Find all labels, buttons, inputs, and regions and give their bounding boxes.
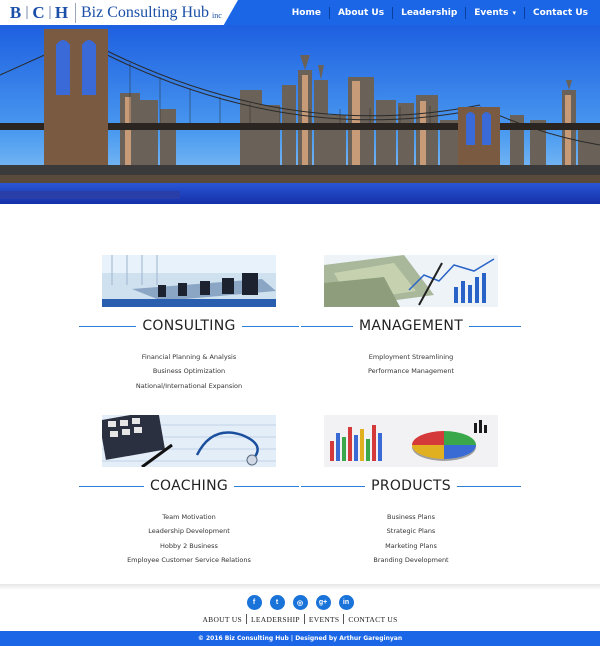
logo[interactable]: B C H Biz Consulting Hub inc bbox=[0, 0, 238, 25]
heading-rule bbox=[241, 325, 299, 327]
list-item: Employee Customer Service Relations bbox=[127, 555, 251, 564]
logo-divider bbox=[49, 6, 51, 19]
nav-home[interactable]: Home bbox=[284, 6, 329, 19]
nav-leadership[interactable]: Leadership bbox=[393, 6, 465, 19]
logo-letter-c: C bbox=[32, 2, 45, 22]
list-item: Financial Planning & Analysis bbox=[141, 353, 237, 361]
footer-link-about-us[interactable]: ABOUT US bbox=[198, 615, 246, 624]
nav-leadership-label: Leadership bbox=[401, 7, 458, 18]
nav-events-label: Events bbox=[474, 7, 509, 18]
service-title: COACHING bbox=[149, 478, 229, 494]
footer-divider bbox=[0, 584, 600, 590]
service-list: Financial Planning & Analysis Business O… bbox=[79, 350, 299, 393]
nav-about-label: About Us bbox=[337, 7, 385, 18]
list-item: Business Plans bbox=[387, 513, 435, 521]
nav-contact-us[interactable]: Contact Us bbox=[525, 6, 596, 19]
calculator-stethoscope-image bbox=[102, 415, 276, 467]
heading-rule bbox=[469, 325, 522, 327]
money-charts-image bbox=[324, 255, 498, 307]
logo-suffix: inc bbox=[212, 11, 222, 20]
heading-row: MANAGEMENT bbox=[301, 317, 522, 335]
heading-rule bbox=[234, 485, 300, 487]
service-list: Team Motivation Leadership Development H… bbox=[79, 510, 299, 567]
logo-monogram: B C H bbox=[6, 3, 71, 23]
heading-rule bbox=[79, 325, 137, 327]
social-links: f t ◎ g+ in bbox=[0, 595, 600, 610]
heading-row: COACHING bbox=[79, 477, 300, 495]
top-nav: B C H Biz Consulting Hub inc Home About … bbox=[0, 0, 600, 25]
service-products: PRODUCTS Business Plans Strategic Plans … bbox=[301, 415, 521, 567]
service-title: MANAGEMENT bbox=[358, 318, 464, 334]
nav-contact-label: Contact Us bbox=[532, 7, 588, 18]
service-consulting: CONSULTING Financial Planning & Analysis… bbox=[79, 255, 299, 393]
facebook-icon[interactable]: f bbox=[246, 595, 262, 610]
instagram-icon[interactable]: ◎ bbox=[292, 595, 308, 610]
service-list: Employment Streamlining Performance Mana… bbox=[301, 350, 521, 379]
list-item: Branding Development bbox=[373, 555, 449, 564]
list-item: Employment Streamlining bbox=[368, 353, 454, 361]
conference-room-image bbox=[102, 255, 276, 307]
heading-rule bbox=[301, 325, 353, 327]
google-plus-icon[interactable]: g+ bbox=[315, 595, 331, 610]
logo-separator bbox=[75, 2, 76, 23]
nav-home-label: Home bbox=[291, 7, 321, 18]
service-management: MANAGEMENT Employment Streamlining Perfo… bbox=[301, 255, 522, 379]
service-title: PRODUCTS bbox=[371, 478, 451, 494]
pie-bar-charts-image bbox=[324, 415, 498, 467]
heading-row: PRODUCTS bbox=[301, 477, 521, 495]
copyright-bar: © 2016 Biz Consulting Hub | Designed by … bbox=[0, 631, 600, 646]
footer-nav: ABOUT US LEADERSHIP EVENTS CONTACT US bbox=[0, 614, 600, 624]
chevron-down-icon: ▾ bbox=[512, 8, 516, 17]
list-item: Team Motivation bbox=[162, 513, 216, 521]
service-list: Business Plans Strategic Plans Marketing… bbox=[301, 510, 521, 567]
list-item: Hobby 2 Business bbox=[160, 541, 218, 550]
list-item: National/International Expansion bbox=[135, 381, 243, 390]
list-item: Leadership Development bbox=[148, 527, 230, 536]
page: B C H Biz Consulting Hub inc Home About … bbox=[0, 0, 600, 646]
heading-rule bbox=[301, 485, 366, 487]
service-title: CONSULTING bbox=[142, 318, 236, 334]
heading-row: CONSULTING bbox=[79, 317, 299, 335]
heading-rule bbox=[456, 485, 521, 487]
heading-rule bbox=[79, 485, 144, 487]
linkedin-icon[interactable]: in bbox=[338, 595, 354, 610]
list-item: Strategic Plans bbox=[386, 527, 436, 536]
nav-menu: Home About Us Leadership Events ▾ Contact… bbox=[284, 0, 596, 25]
logo-divider bbox=[26, 6, 28, 19]
hero-banner bbox=[0, 25, 600, 204]
city-bridge-image bbox=[0, 25, 600, 204]
logo-name: Biz Consulting Hub bbox=[81, 3, 210, 21]
list-item: Performance Management bbox=[367, 367, 455, 376]
logo-letter-b: B bbox=[9, 2, 22, 22]
nav-about-us[interactable]: About Us bbox=[330, 6, 392, 19]
list-item: Marketing Plans bbox=[385, 541, 437, 550]
logo-letter-h: H bbox=[54, 2, 69, 22]
service-coaching: COACHING Team Motivation Leadership Deve… bbox=[79, 415, 300, 567]
copyright-text: © 2016 Biz Consulting Hub | Designed by … bbox=[197, 635, 403, 642]
twitter-icon[interactable]: t bbox=[269, 595, 285, 610]
list-item: Business Optimization bbox=[152, 367, 226, 376]
footer-link-contact-us[interactable]: CONTACT US bbox=[344, 615, 401, 624]
footer-link-events[interactable]: EVENTS bbox=[305, 615, 344, 624]
nav-events[interactable]: Events ▾ bbox=[466, 6, 524, 19]
footer-link-leadership[interactable]: LEADERSHIP bbox=[247, 615, 304, 624]
